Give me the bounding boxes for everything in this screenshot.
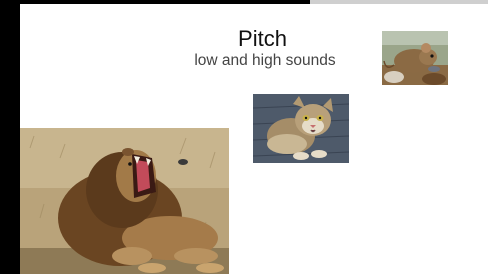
cat-photo <box>253 94 349 163</box>
screen: Pitch low and high sounds <box>0 0 488 274</box>
slide-subtitle: low and high sounds <box>194 52 336 69</box>
lion-photo <box>20 128 229 274</box>
mouse-photo <box>382 31 448 85</box>
slide: Pitch low and high sounds <box>20 4 488 274</box>
slide-title: Pitch <box>238 26 287 51</box>
